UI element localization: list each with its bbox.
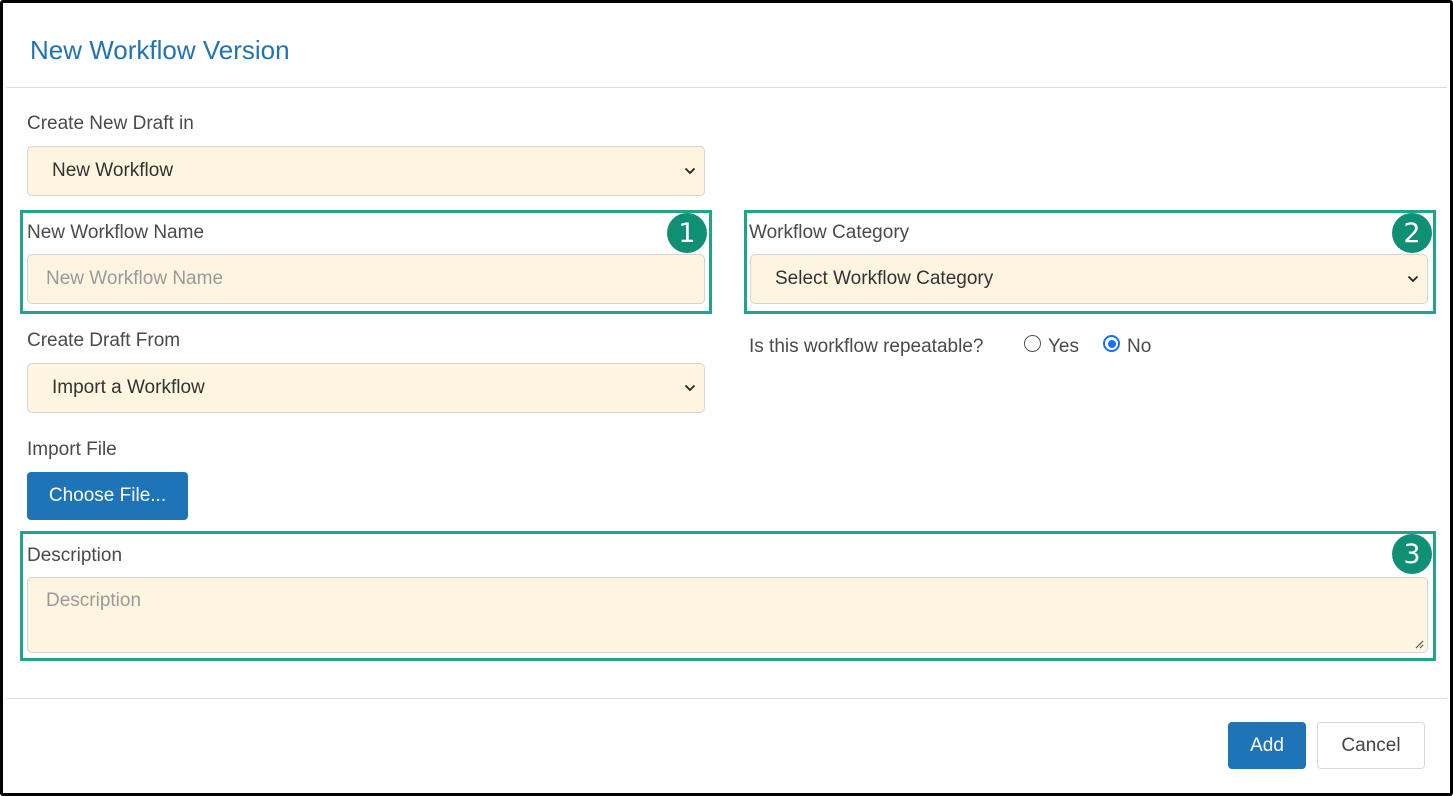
callout-badge-1: 1 (667, 213, 707, 253)
callout-highlight-1 (20, 210, 712, 314)
footer-divider (6, 698, 1447, 699)
repeatable-no-label[interactable]: No (1127, 336, 1151, 358)
chevron-down-icon (684, 384, 696, 392)
create-draft-from-label: Create Draft From (27, 330, 181, 351)
repeatable-yes-radio[interactable] (1024, 335, 1041, 352)
create-new-draft-in-value: New Workflow (52, 160, 174, 181)
add-button[interactable]: Add (1228, 722, 1306, 769)
create-new-draft-in-label: Create New Draft in (27, 113, 194, 134)
choose-file-button[interactable]: Choose File... (27, 472, 188, 520)
repeatable-yes-label[interactable]: Yes (1048, 336, 1079, 358)
callout-highlight-2 (744, 210, 1436, 314)
callout-highlight-3 (20, 531, 1436, 661)
create-draft-from-value: Import a Workflow (52, 377, 205, 398)
import-file-label: Import File (27, 439, 117, 460)
dialog-title: New Workflow Version (30, 35, 290, 65)
cancel-button[interactable]: Cancel (1317, 722, 1425, 769)
header-divider (6, 87, 1447, 88)
dialog-window: New Workflow Version Create New Draft in… (0, 0, 1453, 796)
repeatable-question: Is this workflow repeatable? (749, 336, 984, 357)
create-new-draft-in-select[interactable]: New Workflow (27, 146, 705, 196)
create-draft-from-select[interactable]: Import a Workflow (27, 363, 705, 413)
callout-badge-3: 3 (1392, 534, 1432, 574)
chevron-down-icon (684, 167, 696, 175)
callout-badge-2: 2 (1392, 213, 1432, 253)
repeatable-no-radio[interactable] (1103, 335, 1120, 352)
